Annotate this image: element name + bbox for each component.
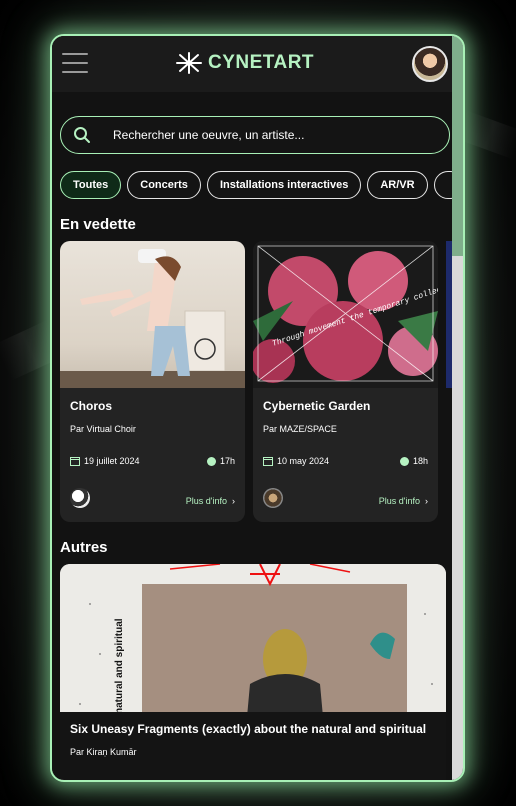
- calendar-icon: [70, 457, 80, 466]
- filter-chip-concerts[interactable]: Concerts: [127, 171, 201, 199]
- card-date: 19 juillet 2024: [70, 456, 140, 466]
- artist-avatar-icon[interactable]: [263, 488, 283, 508]
- filter-chip-ar-vr[interactable]: AR/VR: [367, 171, 428, 199]
- calendar-icon: [263, 457, 273, 466]
- artist-avatar-icon[interactable]: [70, 488, 90, 508]
- app-name: CYNETART: [208, 52, 315, 73]
- logo-star-icon: [176, 52, 202, 74]
- featured-card[interactable]: Through movement the temporary collectiv…: [253, 241, 438, 522]
- filter-chip-interactive-installations[interactable]: Installations interactives: [206, 171, 362, 199]
- artwork-side-text: natural and spiritual: [114, 618, 125, 714]
- card-time-text: 18h: [412, 456, 428, 466]
- card-title: Choros: [70, 399, 112, 413]
- card-image: Through movement the temporary collectiv…: [253, 241, 438, 388]
- section-title-featured: En vedette: [60, 216, 136, 233]
- card-time: 18h: [399, 456, 428, 466]
- card-artist: Par Virtual Choir: [70, 424, 136, 434]
- filter-chip-more[interactable]: [433, 171, 454, 199]
- app-logo[interactable]: CYNETART: [174, 51, 314, 75]
- garden-artwork-illustration: Through movement the temporary collectiv…: [253, 244, 438, 383]
- card-date: 10 may 2024: [263, 456, 329, 466]
- background-streak: [456, 110, 516, 160]
- menu-icon[interactable]: [62, 53, 88, 73]
- search-input[interactable]: Rechercher une oeuvre, un artiste...: [113, 128, 304, 142]
- more-info-link[interactable]: Plus d'info ›: [379, 496, 428, 506]
- section-title-others: Autres: [60, 539, 108, 556]
- vr-performer-illustration: [60, 249, 245, 388]
- chevron-right-icon: ›: [425, 496, 428, 506]
- clock-icon: [206, 456, 216, 466]
- main-content[interactable]: CYNETART Rechercher une oeuvre, un artis…: [52, 36, 454, 780]
- card-date-text: 10 may 2024: [277, 456, 330, 466]
- scrollbar-track[interactable]: [452, 36, 463, 780]
- avatar[interactable]: [412, 46, 448, 82]
- other-card[interactable]: natural and spiritual Six Uneasy Fragmen…: [60, 564, 446, 780]
- card-time-text: 17h: [219, 456, 235, 466]
- search-bar[interactable]: Rechercher une oeuvre, un artiste...: [60, 116, 450, 154]
- other-card-title: Six Uneasy Fragments (exactly) about the…: [70, 722, 427, 736]
- search-icon: [74, 127, 90, 143]
- filter-chip-all[interactable]: Toutes: [60, 171, 122, 199]
- scrollbar-thumb[interactable]: [452, 36, 463, 256]
- card-date-text: 19 juillet 2024: [84, 456, 140, 466]
- other-card-artist: Par Kiraṇ Kumār: [70, 747, 137, 757]
- card-artist: Par MAZE/SPACE: [263, 424, 337, 434]
- chevron-right-icon: ›: [232, 496, 235, 506]
- card-image: [60, 241, 245, 388]
- filter-chips: Toutes Concerts Installations interactiv…: [60, 171, 454, 199]
- more-info-label: Plus d'info: [185, 496, 227, 506]
- card-title: Cybernetic Garden: [263, 399, 371, 413]
- app-frame: CYNETART Rechercher une oeuvre, un artis…: [50, 34, 465, 782]
- more-info-label: Plus d'info: [378, 496, 420, 506]
- clock-icon: [399, 456, 409, 466]
- app-header: CYNETART: [52, 36, 454, 92]
- more-info-link[interactable]: Plus d'info ›: [186, 496, 235, 506]
- card-time: 17h: [206, 456, 235, 466]
- featured-card[interactable]: Choros Par Virtual Choir 19 juillet 2024…: [60, 241, 245, 522]
